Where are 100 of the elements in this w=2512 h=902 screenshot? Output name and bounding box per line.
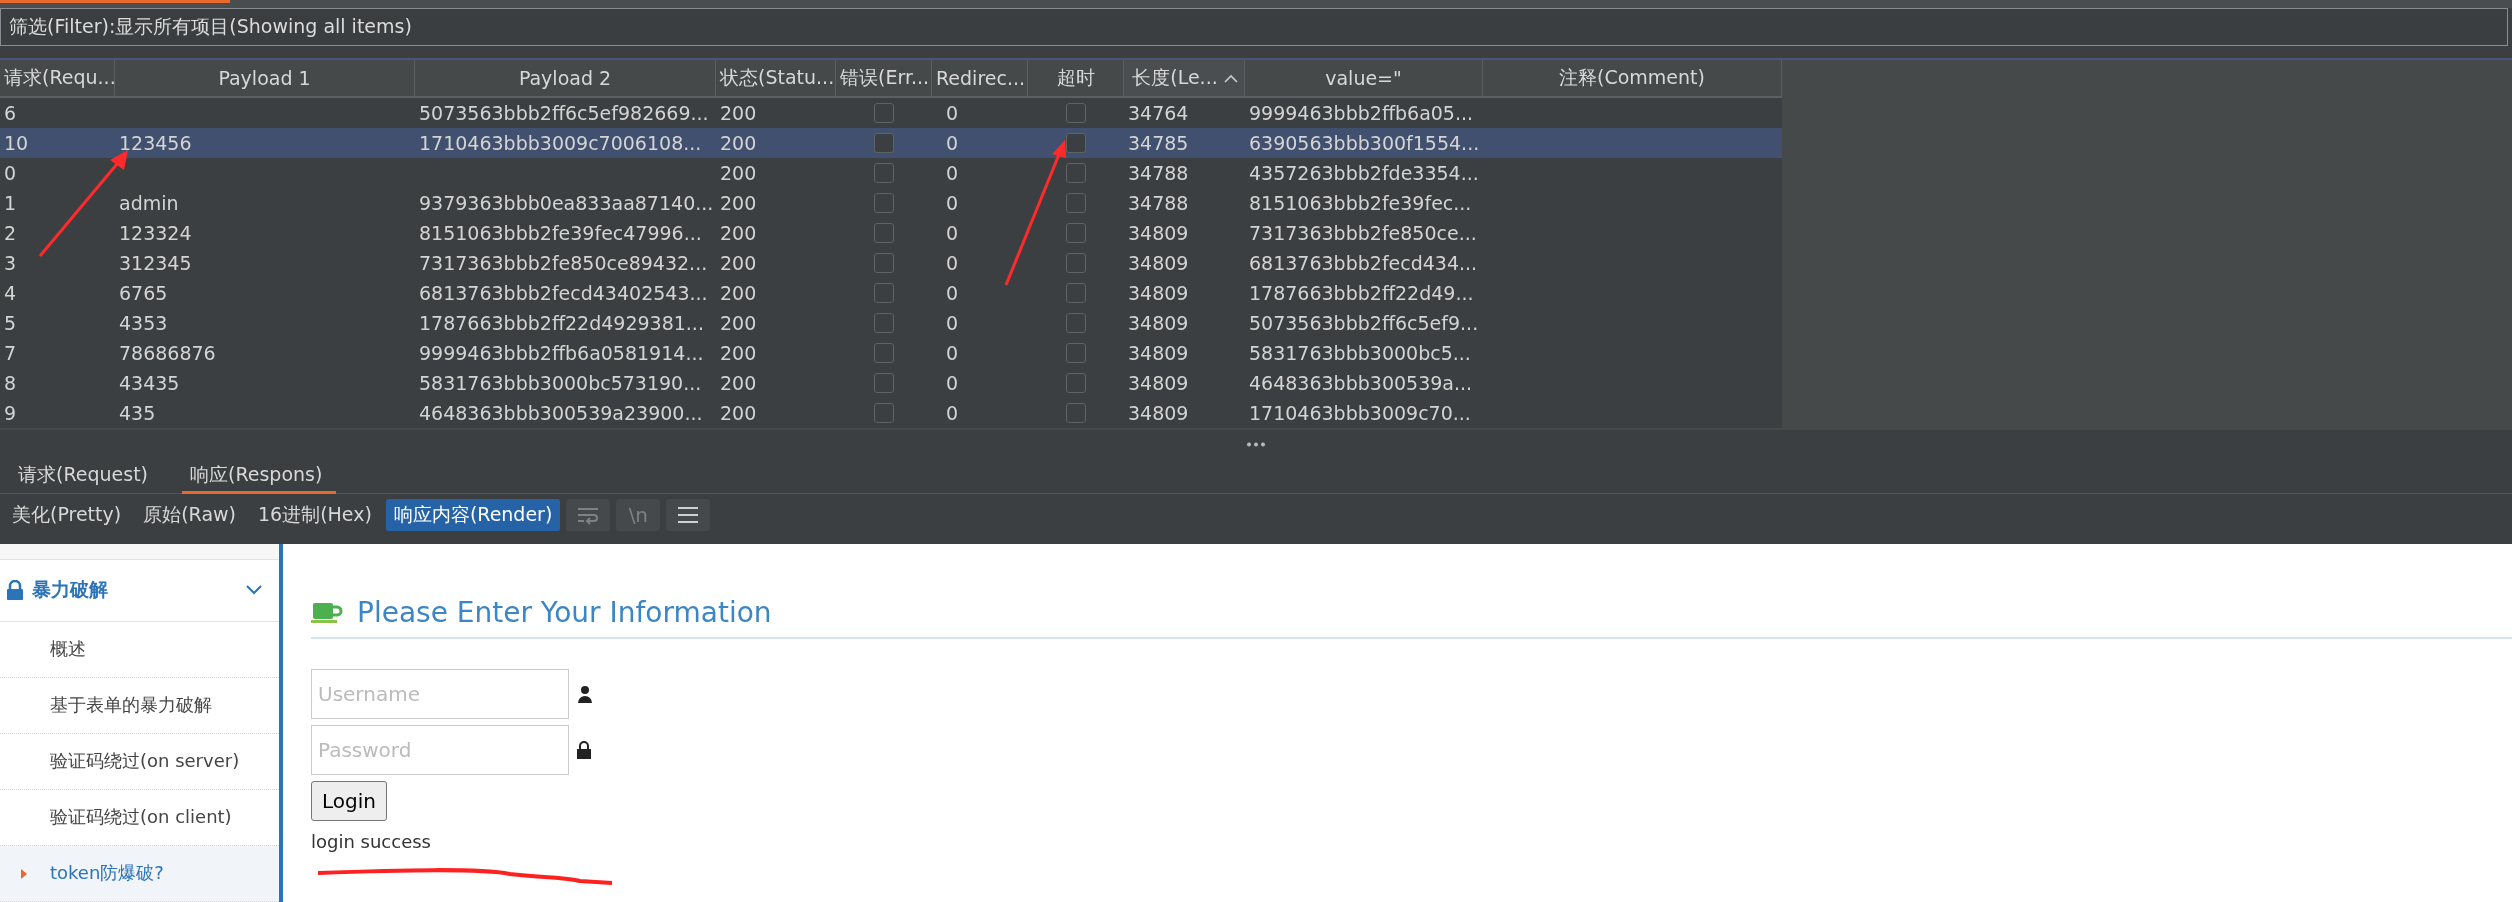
table-cell: 200 bbox=[720, 221, 757, 244]
table-row[interactable]: 2 123324 8151063bbb2fe39fec47996... 200 0 34809 7317363bbb2fe850ce... bbox=[0, 217, 1782, 248]
sidebar-item[interactable]: token防爆破? bbox=[0, 846, 279, 902]
table-row[interactable]: 10 123456 1710463bbb3009c7006108... 200 0 34785 6390563bbb300f1554... bbox=[0, 127, 1782, 158]
column-header[interactable]: Redirec... bbox=[932, 59, 1028, 96]
checkbox[interactable] bbox=[874, 102, 894, 123]
table-cell: 200 bbox=[720, 191, 757, 214]
table-cell: 5073563bbb2ff6c5ef9... bbox=[1249, 311, 1479, 334]
table-cell: 34809 bbox=[1128, 371, 1189, 394]
column-header[interactable]: 注释(Comment) bbox=[1483, 59, 1782, 96]
column-header[interactable]: Payload 2 bbox=[415, 59, 716, 96]
checkbox[interactable] bbox=[874, 342, 894, 363]
wrap-button[interactable] bbox=[566, 498, 611, 531]
table-cell: 34809 bbox=[1128, 311, 1189, 334]
view-tab[interactable]: 原始(Raw) bbox=[135, 498, 244, 531]
checkbox[interactable] bbox=[1066, 312, 1086, 333]
user-icon bbox=[577, 685, 593, 703]
table-cell: 34764 bbox=[1128, 101, 1189, 124]
table-row[interactable]: 4 6765 6813763bbb2fecd43402543... 200 0 34809 1787663bbb2ff22d49... bbox=[0, 277, 1782, 308]
table-cell: 312345 bbox=[119, 251, 192, 274]
checkbox[interactable] bbox=[874, 282, 894, 303]
checkbox[interactable] bbox=[1066, 162, 1086, 183]
checkbox[interactable] bbox=[874, 252, 894, 273]
sidebar-header[interactable]: 暴力破解 bbox=[0, 560, 279, 622]
password-field[interactable]: Password bbox=[311, 725, 569, 775]
checkbox[interactable] bbox=[874, 162, 894, 183]
table-cell-text: 0 bbox=[945, 221, 959, 244]
table-cell: 34788 bbox=[1128, 161, 1189, 184]
table-row[interactable]: 8 43435 5831763bbb3000bc573190... 200 0 34809 4648363bbb300539a... bbox=[0, 367, 1782, 398]
table-cell: 4648363bbb300539a23900... bbox=[419, 401, 703, 424]
checkbox[interactable] bbox=[1066, 192, 1086, 213]
checkbox[interactable] bbox=[874, 402, 894, 423]
login-button[interactable]: Login bbox=[311, 781, 387, 821]
message-tab[interactable]: 请求(Request) bbox=[10, 458, 162, 494]
checkbox[interactable] bbox=[874, 192, 894, 213]
splitter-handle-icon[interactable] bbox=[1246, 441, 1266, 447]
table-cell: 0 bbox=[4, 161, 17, 184]
table-cell: 4 bbox=[4, 281, 17, 304]
table-cell: 8 bbox=[4, 371, 17, 394]
table-cell: 200 bbox=[720, 251, 757, 274]
view-tab[interactable]: 美化(Pretty) bbox=[4, 498, 130, 531]
username-field[interactable]: Username bbox=[311, 669, 569, 719]
column-header[interactable]: 状态(Statu... bbox=[716, 59, 836, 96]
column-header[interactable]: value=" bbox=[1245, 59, 1483, 96]
table-cell: 200 bbox=[720, 131, 757, 154]
checkbox[interactable] bbox=[874, 312, 894, 333]
filter-bar[interactable]: 筛选(Filter):显示所有项目(Showing all items) bbox=[0, 7, 2508, 47]
table-row[interactable]: 0 200 0 34788 4357263bbb2fde3354... bbox=[0, 157, 1782, 188]
checkbox[interactable] bbox=[874, 132, 894, 153]
table-cell: 5073563bbb2ff6c5ef982669... bbox=[419, 101, 709, 124]
checkbox[interactable] bbox=[1066, 132, 1086, 153]
table-row[interactable]: 7 78686876 9999463bbb2ffb6a0581914... 200 0 34809 5831763bbb3000bc5... bbox=[0, 337, 1782, 368]
table-row[interactable]: 3 312345 7317363bbb2fe850ce89432... 200 0 34809 6813763bbb2fecd434... bbox=[0, 247, 1782, 278]
column-header[interactable]: 长度(Le... bbox=[1124, 59, 1245, 96]
table-cell-text: 0 bbox=[945, 251, 959, 274]
table-cell: 5831763bbb3000bc5... bbox=[1249, 341, 1471, 364]
checkbox[interactable] bbox=[1066, 102, 1086, 123]
table-row[interactable]: 1 admin 9379363bbb0ea833aa87140... 200 0 34788 8151063bbb2fe39fec... bbox=[0, 187, 1782, 218]
table-cell: 1787663bbb2ff22d49... bbox=[1249, 281, 1474, 304]
menu-icon bbox=[677, 505, 700, 524]
table-cell: 34809 bbox=[1128, 221, 1189, 244]
checkbox[interactable] bbox=[1066, 252, 1086, 273]
table-row[interactable]: 6 5073563bbb2ff6c5ef982669... 200 0 34764 9999463bbb2ffb6a05... bbox=[0, 97, 1782, 128]
column-header[interactable]: Payload 1 bbox=[115, 59, 415, 96]
table-cell: 200 bbox=[720, 371, 757, 394]
checkbox[interactable] bbox=[1066, 372, 1086, 393]
table-row[interactable]: 5 4353 1787663bbb2ff22d4929381... 200 0 34809 5073563bbb2ff6c5ef9... bbox=[0, 307, 1782, 338]
table-cell: 200 bbox=[720, 281, 757, 304]
view-tab[interactable]: 响应内容(Render) bbox=[385, 498, 561, 531]
view-tab[interactable]: 16进制(Hex) bbox=[250, 498, 380, 531]
table-cell: 9999463bbb2ffb6a0581914... bbox=[419, 341, 704, 364]
table-cell: 34809 bbox=[1128, 251, 1189, 274]
table-cell-text: 0 bbox=[945, 191, 959, 214]
table-cell: 5831763bbb3000bc573190... bbox=[419, 371, 702, 394]
checkbox[interactable] bbox=[1066, 342, 1086, 363]
column-header[interactable]: 请求(Requ... bbox=[0, 59, 115, 96]
lock-icon bbox=[6, 580, 24, 601]
table-cell: 1787663bbb2ff22d4929381... bbox=[419, 311, 704, 334]
table-cell: 6765 bbox=[119, 281, 168, 304]
checkbox[interactable] bbox=[874, 222, 894, 243]
table-cell: 1 bbox=[4, 191, 17, 214]
checkbox[interactable] bbox=[1066, 282, 1086, 303]
table-cell: 9999463bbb2ffb6a05... bbox=[1249, 101, 1474, 124]
table-cell: 200 bbox=[720, 401, 757, 424]
table-cell: 1710463bbb3009c7006108... bbox=[419, 131, 702, 154]
table-cell: 4353 bbox=[119, 311, 168, 334]
checkbox[interactable] bbox=[1066, 222, 1086, 243]
checkbox[interactable] bbox=[1066, 402, 1086, 423]
table-cell: 1710463bbb3009c70... bbox=[1249, 401, 1471, 424]
table-cell: 4648363bbb300539a... bbox=[1249, 371, 1473, 394]
menu-button[interactable] bbox=[666, 498, 711, 531]
chevron-icon bbox=[245, 584, 263, 597]
column-header[interactable]: 错误(Err... bbox=[836, 59, 932, 96]
table-cell: 78686876 bbox=[119, 341, 216, 364]
table-cell-text: 0 bbox=[945, 401, 959, 424]
checkbox[interactable] bbox=[874, 372, 894, 393]
table-cell-text: 0 bbox=[945, 281, 959, 304]
table-cell: 435 bbox=[119, 401, 156, 424]
table-cell: 123456 bbox=[119, 131, 192, 154]
table-row[interactable]: 9 435 4648363bbb300539a23900... 200 0 34809 1710463bbb3009c70... bbox=[0, 397, 1782, 428]
